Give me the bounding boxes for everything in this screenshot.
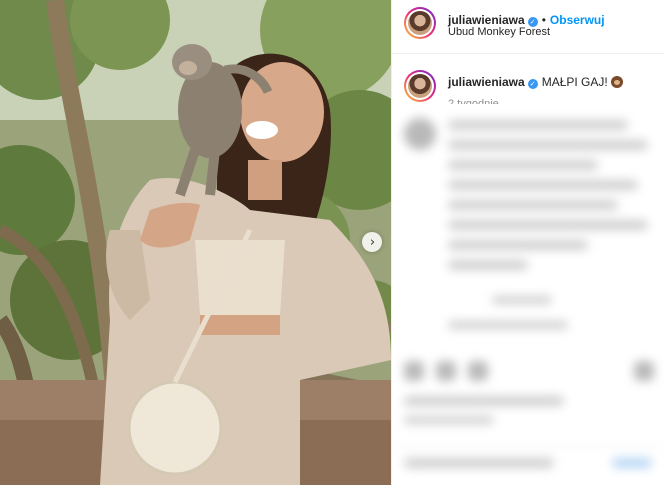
caption-avatar[interactable] — [404, 70, 436, 102]
location-link[interactable]: Ubud Monkey Forest — [448, 26, 550, 38]
truncated-timestamp: 2 tygodnie — [448, 98, 499, 104]
blurred-comments-area — [392, 106, 664, 485]
post-header: juliawieniawa ✓ • Obserwuj Ubud Monkey Fore… — [392, 0, 664, 54]
avatar[interactable] — [404, 7, 436, 39]
verified-badge-icon: ✓ — [527, 79, 538, 89]
monkey-emoji-icon — [610, 76, 623, 88]
post-photo[interactable]: › — [0, 0, 391, 485]
follow-button[interactable]: Obserwuj — [550, 13, 605, 27]
caption-username-link[interactable]: juliawieniawa — [448, 75, 525, 89]
post-side-panel: juliawieniawa ✓ • Obserwuj Ubud Monkey Fore… — [391, 0, 664, 485]
chevron-right-icon: › — [369, 234, 376, 250]
separator-dot: • — [541, 13, 546, 27]
caption-row: juliawieniawa ✓ MAŁPI GAJ! — [404, 70, 654, 104]
caption-text: MAŁPI GAJ! — [541, 75, 608, 89]
photo-image — [0, 0, 391, 485]
username-link[interactable]: juliawieniawa — [448, 13, 525, 27]
next-image-button[interactable]: › — [362, 232, 382, 252]
